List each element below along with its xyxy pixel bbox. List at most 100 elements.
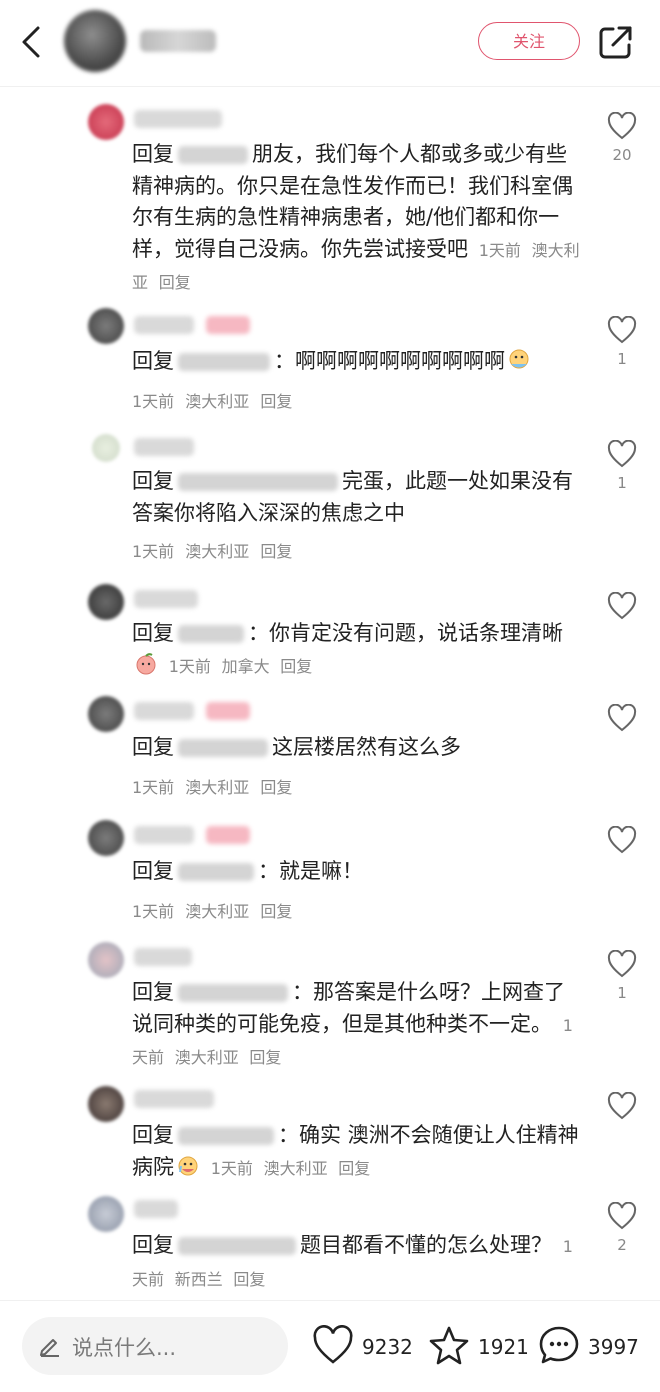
- avatar[interactable]: [88, 820, 124, 856]
- mention-name[interactable]: [178, 146, 248, 164]
- comment-location: 澳大利亚: [185, 542, 250, 561]
- avatar[interactable]: [88, 1196, 124, 1232]
- back-icon[interactable]: [14, 22, 50, 62]
- reply-prefix: 回复: [132, 735, 174, 759]
- comment-time: 1天前: [132, 778, 175, 797]
- comment-location: 澳大利亚: [185, 778, 250, 797]
- like-count: 20: [612, 146, 632, 164]
- reply-link[interactable]: 回复: [338, 1159, 370, 1178]
- reply-prefix: 回复: [132, 980, 174, 1004]
- peach-emoji-icon: [134, 652, 158, 675]
- like-button[interactable]: 20: [604, 112, 640, 164]
- author-name[interactable]: [140, 30, 216, 52]
- avatar[interactable]: [88, 942, 124, 978]
- reply-link[interactable]: 回复: [233, 1270, 265, 1289]
- heart-icon[interactable]: [607, 440, 637, 468]
- bottom-action-bar: 说点什么... 9232 1921 3997: [0, 1300, 660, 1392]
- reply-link[interactable]: 回复: [249, 1048, 281, 1067]
- mention-name[interactable]: [178, 473, 338, 491]
- reply-prefix: 回复: [132, 469, 174, 493]
- like-button[interactable]: 2: [604, 1202, 640, 1254]
- username[interactable]: [134, 590, 198, 608]
- reply-link[interactable]: 回复: [260, 392, 292, 411]
- username[interactable]: [134, 438, 194, 456]
- like-button[interactable]: 1: [604, 950, 640, 1002]
- heart-icon[interactable]: [607, 592, 637, 620]
- avatar[interactable]: [88, 308, 124, 344]
- like-button[interactable]: [604, 704, 640, 732]
- mention-name[interactable]: [178, 739, 268, 757]
- like-stat-button[interactable]: 9232: [312, 1325, 416, 1369]
- like-count: 2: [617, 1236, 627, 1254]
- like-button[interactable]: [604, 1092, 640, 1120]
- favorite-count: 1921: [478, 1335, 529, 1359]
- comment-time: 1天前: [132, 902, 175, 921]
- reply-link[interactable]: 回复: [159, 273, 191, 292]
- username[interactable]: [134, 826, 194, 844]
- avatar[interactable]: [88, 104, 124, 140]
- comment-count: 3997: [588, 1335, 639, 1359]
- avatar[interactable]: [88, 1086, 124, 1122]
- mention-name[interactable]: [178, 625, 244, 643]
- favorite-stat-button[interactable]: 1921: [428, 1325, 529, 1369]
- like-button[interactable]: 1: [604, 316, 640, 368]
- comment-input-placeholder: 说点什么...: [72, 1336, 177, 1360]
- mention-name[interactable]: [178, 1237, 296, 1255]
- heart-icon[interactable]: [607, 950, 637, 978]
- comment-input[interactable]: 说点什么...: [22, 1317, 288, 1375]
- reply-link[interactable]: 回复: [260, 542, 292, 561]
- heart-icon[interactable]: [607, 704, 637, 732]
- share-icon[interactable]: [596, 22, 636, 62]
- reply-prefix: 回复: [132, 1123, 174, 1147]
- like-count: 1: [617, 350, 627, 368]
- mention-name[interactable]: [178, 863, 254, 881]
- comment-stat-button[interactable]: 3997: [538, 1325, 648, 1369]
- comment-time: 1天前: [478, 240, 521, 260]
- chat-bubble-icon: [539, 1326, 579, 1364]
- avatar[interactable]: [88, 584, 124, 620]
- mention-name[interactable]: [178, 1127, 274, 1145]
- username[interactable]: [134, 1090, 214, 1108]
- heart-icon[interactable]: [607, 826, 637, 854]
- mention-name[interactable]: [178, 984, 288, 1002]
- like-count: 1: [617, 474, 627, 492]
- like-button[interactable]: 1: [604, 440, 640, 492]
- comment-location: 澳大利亚: [263, 1158, 328, 1178]
- heart-icon[interactable]: [607, 316, 637, 344]
- comment-text: ：啊啊啊啊啊啊啊啊啊啊: [274, 349, 505, 373]
- reply-prefix: 回复: [132, 349, 174, 373]
- avatar[interactable]: [88, 696, 124, 732]
- comment-time: 1天前: [210, 1158, 253, 1178]
- username[interactable]: [134, 948, 192, 966]
- follow-button[interactable]: 关注: [478, 22, 580, 60]
- reply-link[interactable]: 回复: [280, 657, 312, 676]
- username[interactable]: [134, 702, 194, 720]
- username[interactable]: [134, 110, 222, 128]
- mention-name[interactable]: [178, 353, 270, 371]
- user-badge: [206, 316, 250, 334]
- comment-time: 1天前: [168, 656, 211, 676]
- avatar[interactable]: [92, 434, 120, 462]
- star-icon: [429, 1326, 469, 1365]
- heart-icon[interactable]: [607, 1092, 637, 1120]
- reply-link[interactable]: 回复: [260, 902, 292, 921]
- crying-emoji-icon: [176, 1155, 200, 1177]
- like-button[interactable]: [604, 826, 640, 854]
- user-badge: [206, 826, 250, 844]
- header-bar: 关注: [0, 0, 660, 86]
- heart-icon[interactable]: [607, 1202, 637, 1230]
- author-avatar[interactable]: [64, 10, 126, 72]
- reply-prefix: 回复: [132, 142, 174, 166]
- username[interactable]: [134, 1200, 178, 1218]
- comment-location: 新西兰: [174, 1269, 223, 1289]
- reply-prefix: 回复: [132, 1233, 174, 1257]
- username[interactable]: [134, 316, 194, 334]
- comment-location: 加拿大: [221, 656, 270, 676]
- header-divider: [0, 86, 660, 87]
- like-button[interactable]: [604, 592, 640, 620]
- heart-icon[interactable]: [607, 112, 637, 140]
- reply-link[interactable]: 回复: [260, 778, 292, 797]
- comment-location: 澳大利亚: [174, 1048, 239, 1067]
- like-count: 1: [617, 984, 627, 1002]
- comment-text: ：你肯定没有问题，说话条理清晰: [248, 621, 563, 645]
